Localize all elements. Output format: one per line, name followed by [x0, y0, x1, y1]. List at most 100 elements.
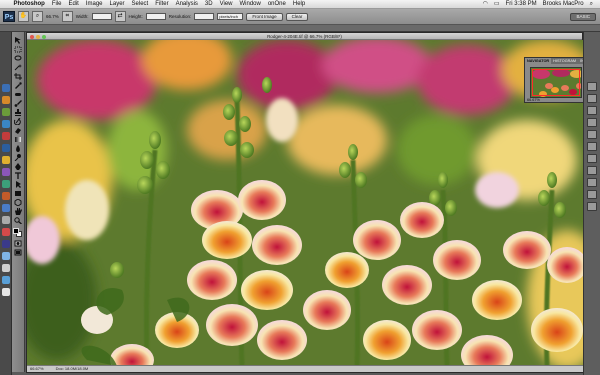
app-icon[interactable] [1, 204, 10, 212]
trash-icon[interactable] [1, 288, 10, 296]
zoom-tool-icon[interactable]: ⌕ [32, 11, 43, 22]
channels-panel-icon[interactable] [587, 166, 597, 175]
clear-button[interactable]: Clear [285, 12, 309, 21]
app-icon[interactable] [1, 168, 10, 176]
quick-mask-icon[interactable] [14, 239, 23, 247]
app-icon[interactable] [1, 144, 10, 152]
actions-panel-icon[interactable] [587, 202, 597, 211]
resolution-field[interactable] [194, 13, 215, 20]
gradient-tool-icon[interactable] [14, 135, 23, 143]
app-icon[interactable] [1, 96, 10, 104]
menu-image[interactable]: Image [82, 0, 106, 9]
status-zoom[interactable]: 66.67% [30, 366, 44, 372]
foreground-background-colors[interactable] [13, 228, 23, 238]
image-canvas[interactable] [27, 40, 584, 366]
menu-app-name[interactable]: Photoshop [10, 0, 48, 9]
magic-wand-tool-icon[interactable] [14, 63, 23, 71]
app-icon[interactable] [1, 240, 10, 248]
height-field[interactable] [145, 13, 166, 20]
workspace-switcher[interactable]: BASIC [570, 12, 596, 21]
navigator-zoom[interactable]: 66.67% [525, 98, 587, 103]
swatches-panel-icon[interactable] [587, 106, 597, 115]
eyedropper-tool-icon[interactable] [14, 81, 23, 89]
menu-filter[interactable]: Filter [152, 0, 172, 9]
document-title: Rodger-4-204E.tif @ 66.7% (RGB/8*) [267, 34, 342, 39]
type-tool-icon[interactable] [14, 171, 23, 179]
app-icon[interactable] [1, 276, 10, 284]
navigator-thumbnail[interactable] [530, 67, 582, 98]
brush-tool-icon[interactable] [14, 99, 23, 107]
tab-histogram[interactable]: HISTOGRAM [551, 58, 578, 64]
resolution-label: Resolution: [168, 14, 192, 19]
app-icon[interactable] [1, 252, 10, 260]
minimize-icon[interactable] [36, 34, 40, 39]
menu-view[interactable]: View [216, 0, 236, 9]
hand-tool-icon[interactable]: ✋ [18, 11, 29, 22]
swap-dimensions-icon[interactable]: ⇄ [114, 11, 126, 22]
menu-file[interactable]: File [48, 0, 65, 9]
pen-tool-icon[interactable] [14, 162, 23, 170]
bridge-icon[interactable] [1, 84, 10, 92]
shape-tool-icon[interactable] [14, 189, 23, 197]
close-icon[interactable] [30, 34, 34, 39]
navigator-panel-icon[interactable] [587, 82, 597, 91]
blur-tool-icon[interactable] [14, 144, 23, 152]
color-panel-icon[interactable] [587, 94, 597, 103]
app-icon[interactable] [1, 264, 10, 272]
menu-layer[interactable]: Layer [106, 0, 128, 9]
eraser-tool-icon[interactable] [14, 126, 23, 134]
hand-tool-icon[interactable] [14, 207, 23, 215]
menu-window[interactable]: Window [236, 0, 264, 9]
battery-icon[interactable]: ▭ [491, 0, 503, 9]
screen-mode-icon[interactable] [14, 248, 23, 256]
zoom-level[interactable]: 66.7% [46, 14, 59, 19]
menu-3d[interactable]: 3D [201, 0, 216, 9]
3d-rotate-tool-icon[interactable] [14, 198, 23, 206]
app-icon[interactable] [1, 120, 10, 128]
app-icon[interactable] [1, 132, 10, 140]
masks-panel-icon[interactable] [587, 142, 597, 151]
lasso-tool-icon[interactable] [14, 54, 23, 62]
spotlight-icon[interactable]: ⌕ [587, 0, 596, 9]
clone-stamp-tool-icon[interactable] [14, 108, 23, 116]
crop-tool-icon[interactable] [14, 72, 23, 80]
width-field[interactable] [91, 13, 112, 20]
adjustments-panel-icon[interactable] [587, 130, 597, 139]
document-title-bar[interactable]: Rodger-4-204E.tif @ 66.7% (RGB/8*) [27, 33, 582, 40]
path-selection-tool-icon[interactable] [14, 180, 23, 188]
app-icon[interactable] [1, 156, 10, 164]
height-label: Height: [128, 14, 143, 19]
crop-tool-icon[interactable]: ⌗ [61, 11, 73, 22]
menu-analysis[interactable]: Analysis [172, 0, 201, 9]
status-doc-size[interactable]: Doc: 18.0M/18.0M [56, 366, 89, 372]
move-tool-icon[interactable] [14, 36, 23, 44]
front-image-button[interactable]: Front Image [246, 12, 283, 21]
app-icon[interactable] [1, 180, 10, 188]
app-icon[interactable] [1, 108, 10, 116]
styles-panel-icon[interactable] [587, 118, 597, 127]
menu-onone[interactable]: onOne [264, 0, 289, 9]
menu-edit[interactable]: Edit [65, 0, 82, 9]
history-brush-tool-icon[interactable] [14, 117, 23, 125]
dodge-tool-icon[interactable] [14, 153, 23, 161]
paths-panel-icon[interactable] [587, 178, 597, 187]
navigator-view-box[interactable] [532, 69, 580, 96]
document-status-bar: 66.67% Doc: 18.0M/18.0M [27, 365, 584, 372]
resolution-unit-select[interactable]: pixels/inch [217, 13, 244, 20]
wifi-icon[interactable]: ◠ [480, 0, 491, 9]
foreground-color-swatch[interactable] [13, 228, 19, 234]
menu-user[interactable]: Brooks MacPro [540, 0, 587, 9]
app-icon[interactable] [1, 192, 10, 200]
menu-help[interactable]: Help [289, 0, 308, 9]
healing-brush-tool-icon[interactable] [14, 90, 23, 98]
menu-clock[interactable]: Fri 3:38 PM [503, 0, 540, 9]
zoom-icon[interactable] [42, 34, 46, 39]
history-panel-icon[interactable] [587, 190, 597, 199]
app-icon[interactable] [1, 216, 10, 224]
app-icon[interactable] [1, 228, 10, 236]
zoom-tool-icon[interactable] [14, 216, 23, 224]
marquee-tool-icon[interactable] [14, 45, 23, 53]
menu-select[interactable]: Select [128, 0, 152, 9]
tab-navigator[interactable]: NAVIGATOR [525, 58, 552, 64]
layers-panel-icon[interactable] [587, 154, 597, 163]
